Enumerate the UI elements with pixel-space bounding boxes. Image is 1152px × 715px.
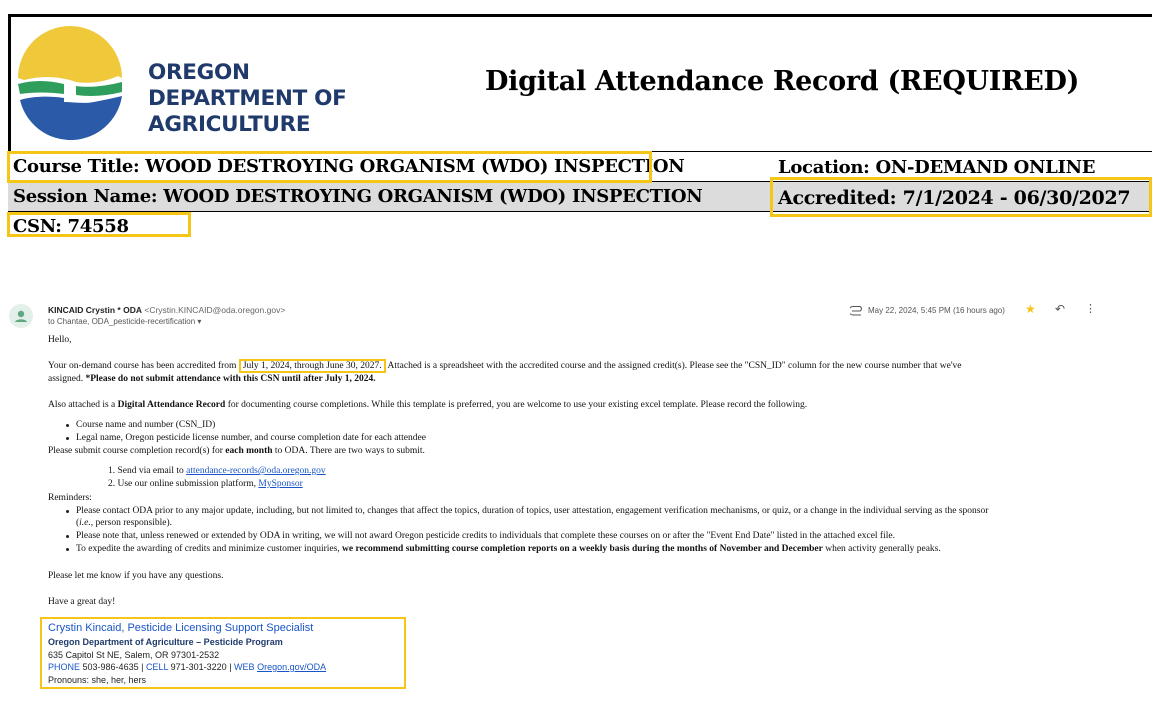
org-name-line-2: DEPARTMENT OF xyxy=(148,86,347,111)
closing-line: Have a great day! xyxy=(48,597,116,607)
person-avatar-icon xyxy=(15,310,27,322)
frame-top-border xyxy=(8,14,1152,17)
accreditation-paragraph-line-2: assigned. *Please do not submit attendan… xyxy=(48,374,376,384)
recipients-line[interactable]: to Chantae, ODA_pesticide-recertificatio… xyxy=(48,317,201,326)
accreditation-dates: July 1, 2024, through June 30, 2027. xyxy=(238,359,386,373)
bullet xyxy=(66,548,69,551)
submit-option-platform: 2. Use our online submission platform, M… xyxy=(108,479,303,489)
accreditation-paragraph-line-1: Your on-demand course has been accredite… xyxy=(48,359,962,373)
email-timestamp: May 22, 2024, 5:45 PM (16 hours ago) xyxy=(868,306,1005,315)
org-name-line-3: AGRICULTURE xyxy=(148,112,311,137)
submit-option-email: 1. Send via email to attendance-records@… xyxy=(108,466,326,476)
signature-name-title: Crystin Kincaid, Pesticide Licensing Sup… xyxy=(48,622,314,634)
session-name-field: Session Name: WOOD DESTROYING ORGANISM (… xyxy=(13,186,703,207)
list-item: Course name and number (CSN_ID) xyxy=(76,420,216,430)
sender-line: KINCAID Crystin * ODA <Crystin.KINCAID@o… xyxy=(48,305,285,315)
person-avatar-icon[interactable] xyxy=(9,304,33,328)
sender-name: KINCAID Crystin * ODA xyxy=(48,305,142,315)
submit-instructions: Please submit course completion record(s… xyxy=(48,446,425,456)
star-icon[interactable]: ★ xyxy=(1025,302,1036,316)
more-options-icon[interactable]: ⋮ xyxy=(1085,302,1096,315)
attendance-record-paragraph: Also attached is a Digital Attendance Re… xyxy=(48,400,808,410)
highlight-box xyxy=(7,212,191,237)
reminder-3: To expedite the awarding of credits and … xyxy=(76,544,941,554)
signature-address: 635 Capitol St NE, Salem, OR 97301-2532 xyxy=(48,650,220,660)
attachment-icon xyxy=(850,306,862,316)
document-title: Digital Attendance Record (REQUIRED) xyxy=(485,66,1080,97)
attendance-email-link[interactable]: attendance-records@oda.oregon.gov xyxy=(186,466,326,476)
org-name-line-1: OREGON xyxy=(148,60,250,85)
reply-icon[interactable]: ↶ xyxy=(1055,302,1065,316)
mysponsor-link[interactable]: MySponsor xyxy=(258,479,302,489)
oregon-gov-oda-link[interactable]: Oregon.gov/ODA xyxy=(257,662,326,672)
greeting: Hello, xyxy=(48,335,72,345)
highlight-box xyxy=(770,177,1152,217)
signature-pronouns: Pronouns: she, her, hers xyxy=(48,675,147,685)
reminders-label: Reminders: xyxy=(48,493,92,503)
signature-org: Oregon Department of Agriculture – Pesti… xyxy=(48,637,283,647)
dropdown-caret-icon[interactable]: ▾ xyxy=(197,317,201,326)
reminder-1-line-2: (i.e., person responsible). xyxy=(76,518,173,528)
recipients: to Chantae, ODA_pesticide-recertificatio… xyxy=(48,317,196,326)
bullet xyxy=(66,437,69,440)
signature-contacts: PHONE 503-986-4635 | CELL 971-301-3220 |… xyxy=(48,662,327,672)
cell-number: 971-301-3220 xyxy=(170,662,227,672)
bullet xyxy=(66,424,69,427)
org-name: OREGON DEPARTMENT OF AGRICULTURE xyxy=(148,60,347,138)
oda-logo xyxy=(18,26,122,140)
list-item: Legal name, Oregon pesticide license num… xyxy=(76,433,426,443)
highlight-box xyxy=(7,151,652,183)
sender-email: <Crystin.KINCAID@oda.oregon.gov> xyxy=(144,305,286,315)
reminder-2: Please note that, unless renewed or exte… xyxy=(76,531,895,541)
frame-left-border xyxy=(8,14,11,154)
phone-number: 503-986-4635 xyxy=(82,662,139,672)
bullet xyxy=(66,535,69,538)
questions-line: Please let me know if you have any quest… xyxy=(48,571,224,581)
bullet xyxy=(66,510,69,513)
reminder-1-line-1: Please contact ODA prior to any major up… xyxy=(76,506,989,516)
